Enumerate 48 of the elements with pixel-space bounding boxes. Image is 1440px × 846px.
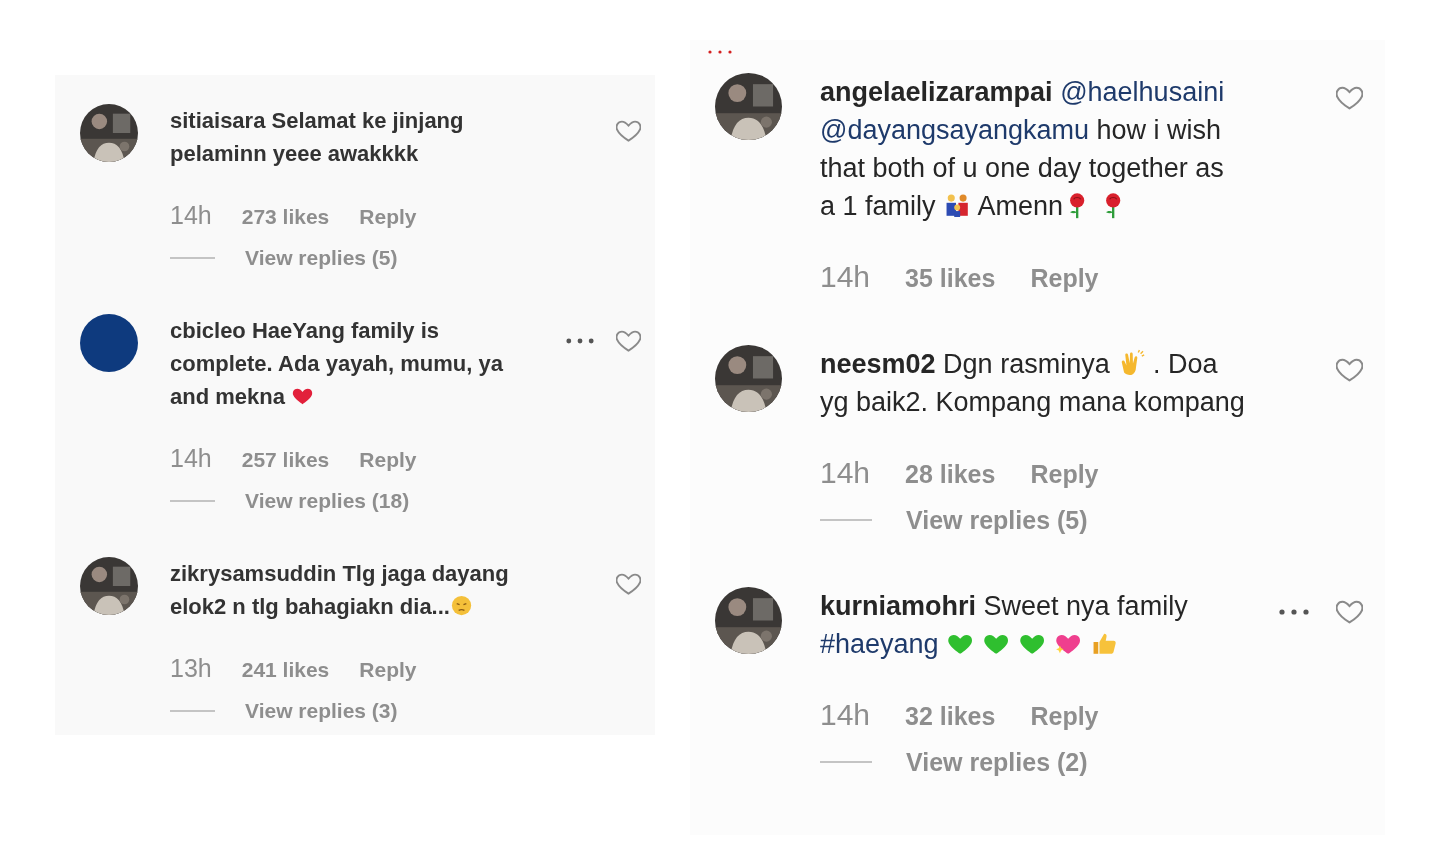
heart-icon[interactable]	[1336, 600, 1363, 624]
more-icon[interactable]	[566, 338, 594, 344]
reply-button[interactable]: Reply	[1030, 697, 1099, 735]
view-replies-button[interactable]: View replies (3)	[245, 694, 398, 727]
more-icon[interactable]	[1279, 609, 1309, 615]
view-replies-button[interactable]: View replies (5)	[906, 501, 1088, 539]
username-link[interactable]: zikrysamsuddin	[170, 561, 337, 586]
timestamp: 14h	[820, 259, 871, 295]
likes-link[interactable]: 241 likes	[241, 653, 330, 686]
heart-icon[interactable]	[616, 573, 641, 595]
face-emoji-icon	[449, 594, 474, 618]
reply-button[interactable]: Reply	[359, 443, 417, 476]
comment-text: zikrysamsuddin Tlg jaga dayang elok2 n tlg bahagiakn dia...	[170, 560, 510, 621]
comment-text: angelaelizarampai @haelhusaini @dayangsayangkamu how i wish that both of u one day together as a 1 family Amenn	[820, 76, 1226, 223]
username-link[interactable]: neesm02	[820, 349, 936, 379]
timestamp: 14h	[170, 443, 212, 474]
likes-link[interactable]: 257 likes	[241, 443, 330, 476]
heart-icon[interactable]	[1336, 358, 1363, 382]
heart-icon[interactable]	[1336, 86, 1363, 110]
reply-button[interactable]: Reply	[1030, 259, 1099, 297]
username-link[interactable]: kurniamohri	[820, 591, 977, 621]
mention-link[interactable]: #haeyang	[820, 629, 939, 659]
view-replies-button[interactable]: View replies (2)	[906, 743, 1088, 781]
dots-icon	[708, 50, 732, 54]
reply-button[interactable]: Reply	[1030, 455, 1099, 493]
timestamp: 14h	[820, 697, 871, 733]
username-link[interactable]: angelaelizarampai	[820, 77, 1053, 107]
timestamp: 13h	[170, 653, 212, 684]
likes-link[interactable]: 32 likes	[905, 697, 996, 735]
comment-text: cbicleo HaeYang family is complete. Ada yayah, mumu, ya and mekna	[170, 317, 504, 411]
likes-link[interactable]: 35 likes	[905, 259, 996, 297]
heart-icon[interactable]	[616, 120, 641, 142]
comment-text: kurniamohri Sweet nya family #haeyang	[820, 590, 1189, 661]
heart-icon[interactable]	[616, 330, 641, 352]
comment-text: sitiaisara Selamat ke jinjang pelaminn yeee awakkkk	[170, 107, 465, 168]
username-link[interactable]: cbicleo	[170, 318, 246, 343]
view-replies-button[interactable]: View replies (5)	[245, 241, 398, 274]
likes-link[interactable]: 273 likes	[241, 200, 330, 233]
timestamp: 14h	[820, 455, 871, 491]
reply-button[interactable]: Reply	[359, 653, 417, 686]
comment-text: neesm02 Dgn rasminya . Doa yg baik2. Kompang mana kompang	[820, 347, 1246, 419]
likes-link[interactable]: 28 likes	[905, 455, 996, 493]
username-link[interactable]: sitiaisara	[170, 108, 266, 133]
timestamp: 14h	[170, 200, 212, 231]
view-replies-button[interactable]: View replies (18)	[245, 484, 410, 517]
mention-link[interactable]: @dayangsayangkamu	[820, 115, 1090, 145]
reply-button[interactable]: Reply	[359, 200, 417, 233]
mention-link[interactable]: @haelhusaini	[1060, 77, 1225, 107]
